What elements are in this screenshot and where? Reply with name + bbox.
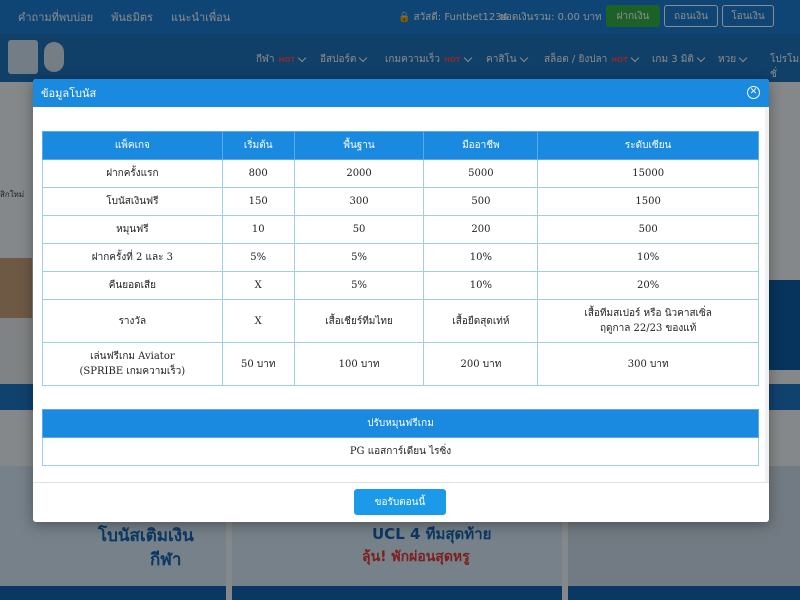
modal-body: แพ็คเกจ เริ่มต้น พื้นฐาน มืออาชีพ ระดับเ…: [33, 107, 769, 482]
table-row: PG แอสการ์เดียน ไรซิ่ง: [42, 437, 759, 466]
table-cell: 20%: [537, 271, 759, 300]
table-cell: 100 บาท: [293, 342, 425, 386]
modal-header: ข้อมูลโบนัส ✕: [33, 79, 769, 107]
table-cell: X: [221, 299, 295, 343]
reward-line: ฤดูกาล 22/23 ของแท้: [600, 323, 697, 334]
table-row: ฝากครั้งที่ 2 และ 3 5% 5% 10% 10%: [42, 243, 759, 272]
table-row: โบนัสเงินฟรี 150 300 500 1500: [42, 187, 759, 216]
table-cell: 800: [221, 159, 295, 188]
table-row: คืนยอดเสีย X 5% 10% 20%: [42, 271, 759, 300]
table-cell: เสื้อทีมสเปอร์ หรือ นิวคาสเซิ่ล ฤดูกาล 2…: [537, 299, 759, 343]
row-label: ฝากครั้งแรก: [42, 159, 223, 188]
aviator-label-line: เล่นฟรีเกม Aviator: [90, 351, 175, 362]
table-cell: 1500: [537, 187, 759, 216]
table-header-row: แพ็คเกจ เริ่มต้น พื้นฐาน มืออาชีพ ระดับเ…: [42, 131, 759, 160]
modal-footer: ขอรับตอนนี้: [33, 482, 769, 522]
table-header-row: ปรับหมุนฟรีเกม: [42, 409, 759, 438]
table-cell: 10%: [423, 243, 539, 272]
column-header-starter: เริ่มต้น: [221, 131, 295, 160]
aviator-label-line: (SPRIBE เกมความเร็ว): [79, 366, 186, 377]
table-cell: 5%: [293, 271, 425, 300]
column-header-pro: มืออาชีพ: [423, 131, 539, 160]
table-cell: 300 บาท: [537, 342, 759, 386]
table-cell: 300: [293, 187, 425, 216]
column-header-expert: ระดับเซียน: [537, 131, 759, 160]
close-icon[interactable]: ✕: [747, 86, 760, 99]
reward-line: เสื้อทีมสเปอร์ หรือ นิวคาสเซิ่ล: [584, 308, 712, 319]
table-cell: 15000: [537, 159, 759, 188]
table-row-aviator: เล่นฟรีเกม Aviator (SPRIBE เกมความเร็ว) …: [42, 342, 759, 386]
row-label: เล่นฟรีเกม Aviator (SPRIBE เกมความเร็ว): [42, 342, 223, 386]
table-cell: 5000: [423, 159, 539, 188]
row-label: รางวัล: [42, 299, 223, 343]
table-cell: เสื้อเชียร์ทีมไทย: [293, 299, 425, 343]
free-spin-table: ปรับหมุนฟรีเกม PG แอสการ์เดียน ไรซิ่ง: [42, 409, 759, 466]
bonus-info-modal: ข้อมูลโบนัส ✕ แพ็คเกจ เริ่มต้น พื้นฐาน ม…: [33, 79, 769, 522]
free-spin-header: ปรับหมุนฟรีเกม: [42, 409, 759, 438]
table-cell: 200 บาท: [423, 342, 539, 386]
table-cell: เสื้อยืดสุดเท่ห์: [423, 299, 539, 343]
table-cell: 2000: [293, 159, 425, 188]
claim-now-button[interactable]: ขอรับตอนนี้: [354, 489, 446, 515]
table-cell: 5%: [221, 243, 295, 272]
bonus-table: แพ็คเกจ เริ่มต้น พื้นฐาน มืออาชีพ ระดับเ…: [42, 131, 759, 386]
table-cell: 10: [221, 215, 295, 244]
free-spin-game: PG แอสการ์เดียน ไรซิ่ง: [42, 437, 759, 466]
table-row: หมุนฟรี 10 50 200 500: [42, 215, 759, 244]
column-header-basic: พื้นฐาน: [293, 131, 425, 160]
table-cell: 500: [537, 215, 759, 244]
table-cell: 10%: [423, 271, 539, 300]
row-label: หมุนฟรี: [42, 215, 223, 244]
table-cell: 500: [423, 187, 539, 216]
column-header-package: แพ็คเกจ: [42, 131, 223, 160]
table-cell: X: [221, 271, 295, 300]
table-cell: 10%: [537, 243, 759, 272]
table-cell: 200: [423, 215, 539, 244]
row-label: โบนัสเงินฟรี: [42, 187, 223, 216]
modal-scrollbar[interactable]: [765, 107, 769, 482]
table-cell: 50 บาท: [221, 342, 295, 386]
table-cell: 5%: [293, 243, 425, 272]
table-cell: 150: [221, 187, 295, 216]
table-row: ฝากครั้งแรก 800 2000 5000 15000: [42, 159, 759, 188]
row-label: คืนยอดเสีย: [42, 271, 223, 300]
row-label: ฝากครั้งที่ 2 และ 3: [42, 243, 223, 272]
modal-title: ข้อมูลโบนัส: [41, 87, 97, 100]
table-row-reward: รางวัล X เสื้อเชียร์ทีมไทย เสื้อยืดสุดเท…: [42, 299, 759, 343]
table-cell: 50: [293, 215, 425, 244]
